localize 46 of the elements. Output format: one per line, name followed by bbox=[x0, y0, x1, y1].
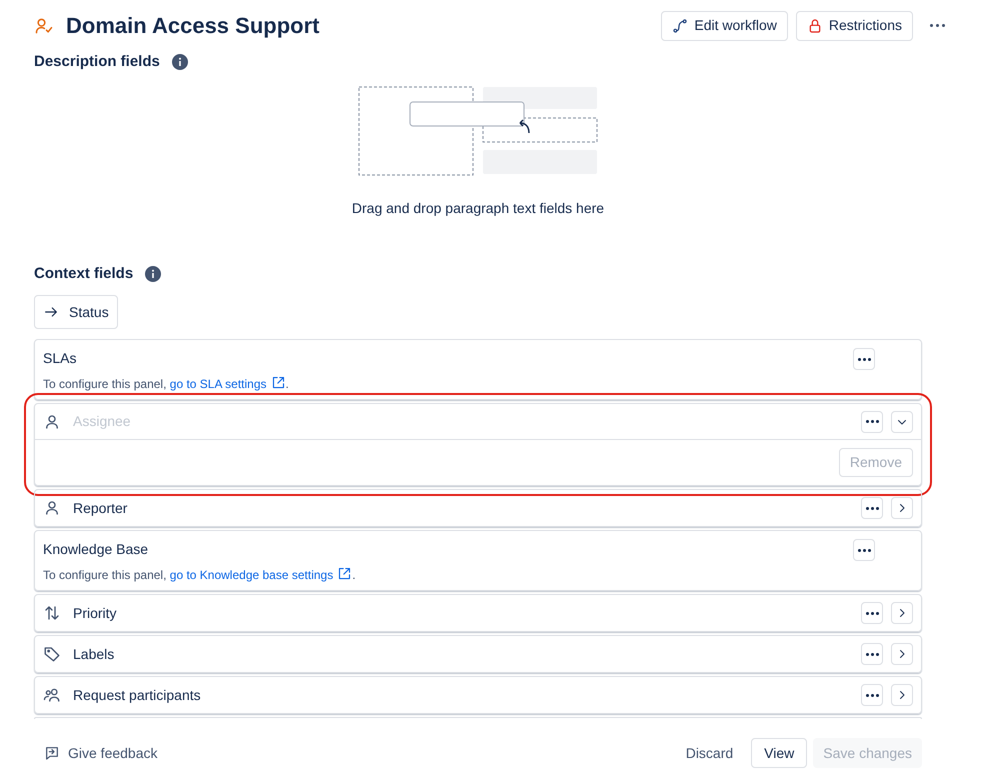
info-icon bbox=[145, 266, 162, 282]
field-label: Reporter bbox=[73, 498, 128, 518]
more-button[interactable] bbox=[861, 684, 883, 706]
view-button[interactable]: View bbox=[751, 738, 808, 768]
people-icon bbox=[43, 686, 61, 704]
field-label: Request participants bbox=[73, 686, 201, 705]
more-button[interactable] bbox=[861, 410, 883, 432]
external-link-icon bbox=[270, 375, 286, 390]
panel-note: To configure this panel, go to SLA settings . bbox=[43, 375, 289, 393]
settings-link[interactable]: go to Knowledge base settings bbox=[170, 568, 352, 582]
more-button[interactable] bbox=[861, 497, 883, 519]
settings-link[interactable]: go to SLA settings bbox=[170, 377, 286, 391]
expand-button[interactable] bbox=[891, 684, 913, 706]
expand-button[interactable] bbox=[891, 497, 913, 519]
panel-title: Knowledge Base bbox=[43, 540, 150, 559]
tag-icon bbox=[43, 645, 61, 663]
feedback-icon bbox=[44, 745, 60, 761]
expand-button[interactable] bbox=[891, 410, 913, 432]
more-button[interactable] bbox=[861, 643, 883, 665]
page-title: Domain Access Support bbox=[66, 12, 320, 40]
field-label: Labels bbox=[73, 644, 114, 664]
more-button[interactable] bbox=[861, 602, 883, 624]
field-label: Priority bbox=[73, 604, 117, 623]
person-check-icon bbox=[34, 16, 54, 36]
person-icon bbox=[43, 412, 61, 430]
workflow-icon bbox=[672, 18, 688, 34]
info-icon bbox=[172, 54, 188, 70]
panel-note: To configure this panel, go to Knowledge base settings . bbox=[43, 566, 356, 584]
discard-button[interactable]: Discard bbox=[674, 738, 746, 768]
status-button[interactable]: Status bbox=[34, 295, 118, 329]
expand-button[interactable] bbox=[891, 643, 913, 665]
person-icon bbox=[43, 499, 61, 517]
restrictions-button[interactable]: Restrictions bbox=[796, 10, 913, 40]
more-button[interactable] bbox=[853, 539, 875, 561]
external-link-icon bbox=[337, 566, 352, 581]
expand-button[interactable] bbox=[891, 602, 913, 624]
lock-icon bbox=[806, 18, 823, 34]
more-button[interactable] bbox=[853, 348, 875, 370]
up-down-arrows-icon bbox=[43, 604, 61, 622]
workflow-button[interactable]: Edit workflow bbox=[661, 10, 788, 40]
field-label: Assignee bbox=[73, 412, 131, 431]
section-title: Context fields bbox=[34, 264, 134, 284]
panel-title: SLAs bbox=[43, 349, 78, 368]
drop-hint: Drag and drop paragraph text fields here bbox=[352, 198, 604, 218]
feedback-button[interactable]: Give feedback bbox=[34, 737, 168, 769]
section-title: Description fields bbox=[34, 52, 160, 72]
